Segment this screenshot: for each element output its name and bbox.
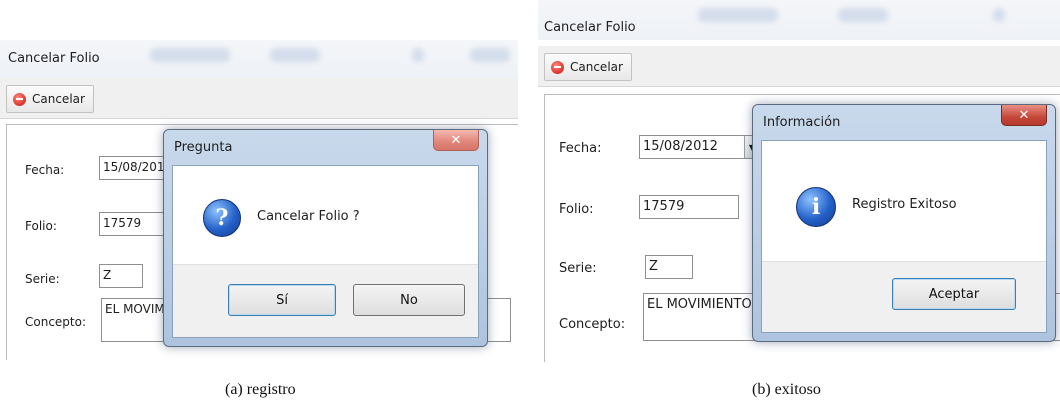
question-icon: ? (203, 199, 241, 237)
cancel-button[interactable]: Cancelar (6, 85, 94, 113)
toolbar: Cancelar (0, 78, 518, 119)
blurred-menu (412, 48, 424, 62)
dialog-title: Pregunta (174, 140, 233, 155)
window-title: Cancelar Folio (8, 51, 100, 66)
info-icon: i (796, 187, 836, 227)
fecha-label: Fecha: (25, 163, 65, 177)
blurred-menu (838, 8, 888, 22)
dialog-body: i Registro Exitoso Aceptar (761, 140, 1047, 333)
concepto-label: Concepto: (559, 317, 626, 332)
serie-field[interactable]: Z (99, 264, 143, 288)
cancel-icon (13, 92, 26, 106)
dialog-footer: Aceptar (762, 261, 1046, 332)
dialog-message: Cancelar Folio ? (257, 209, 360, 224)
blurred-menu (993, 8, 1005, 22)
window-title: Cancelar Folio (544, 20, 636, 35)
fecha-value: 15/08/2012 (643, 139, 718, 154)
dialog-title: Información (763, 115, 841, 130)
fecha-field[interactable]: 15/08/2012 ▼ (639, 135, 759, 159)
dialog-footer: Sí No (173, 264, 478, 337)
no-button[interactable]: No (353, 284, 465, 316)
cancel-button[interactable]: Cancelar (544, 53, 632, 81)
blurred-menu (150, 48, 230, 62)
toolbar: Cancelar (538, 46, 1060, 87)
folio-label: Folio: (559, 202, 594, 217)
aceptar-button[interactable]: Aceptar (892, 278, 1016, 310)
screenshot-registro: Cancelar Folio Cancelar Fecha: 15/08/201… (0, 40, 518, 360)
dialog-message: Registro Exitoso (852, 197, 957, 212)
cancel-button-label: Cancelar (570, 60, 623, 74)
informacion-dialog: Información ✕ i Registro Exitoso Aceptar (752, 104, 1056, 342)
blurred-menu (270, 48, 320, 62)
pregunta-dialog: Pregunta ✕ ? Cancelar Folio ? Sí No (163, 129, 488, 347)
close-icon[interactable]: ✕ (1001, 105, 1047, 126)
title-bar: Cancelar Folio (0, 40, 518, 78)
blurred-menu (470, 48, 510, 62)
concepto-label: Concepto: (25, 315, 87, 329)
caption-b: (b) exitoso (752, 381, 821, 398)
screenshot-exitoso: Cancelar Folio Cancelar Fecha: 15/08/201… (538, 0, 1060, 362)
title-bar: Cancelar Folio (538, 0, 1060, 40)
si-button[interactable]: Sí (228, 284, 336, 316)
close-icon[interactable]: ✕ (433, 130, 479, 151)
dialog-body: ? Cancelar Folio ? Sí No (172, 165, 479, 338)
cancel-button-label: Cancelar (32, 92, 85, 106)
cancel-icon (551, 60, 564, 74)
fecha-label: Fecha: (559, 141, 602, 156)
serie-field[interactable]: Z (645, 255, 693, 279)
caption-a: (a) registro (225, 381, 296, 398)
folio-field[interactable]: 17579 (639, 195, 739, 219)
folio-label: Folio: (25, 219, 57, 233)
blurred-menu (698, 8, 778, 22)
serie-label: Serie: (25, 272, 60, 286)
serie-label: Serie: (559, 261, 597, 276)
